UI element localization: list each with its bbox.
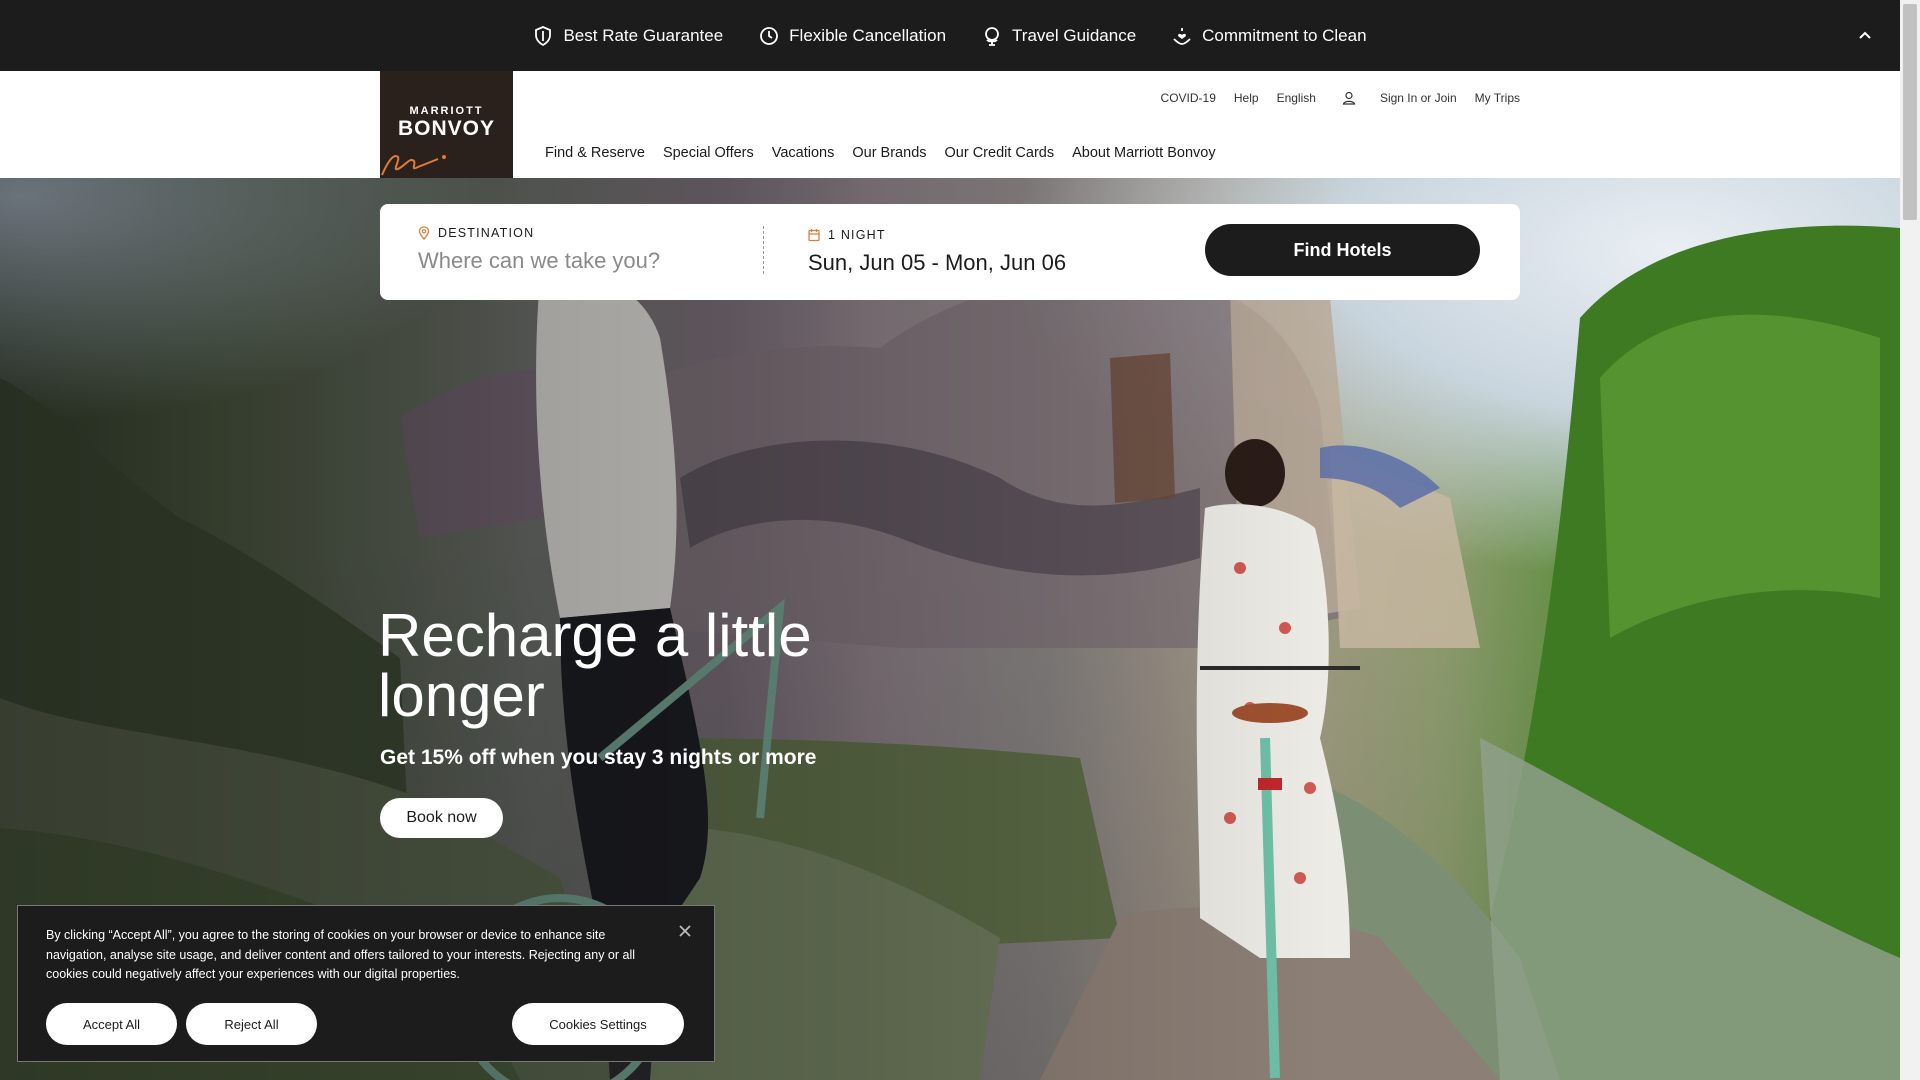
marriott-bonvoy-logo[interactable]: MARRIOTT BONVOY xyxy=(380,71,513,178)
promo-flexible-cancellation[interactable]: Flexible Cancellation xyxy=(759,26,946,46)
hero-subtitle: Get 15% off when you stay 3 nights or mo… xyxy=(380,746,817,769)
promo-travel-guidance[interactable]: Travel Guidance xyxy=(982,26,1136,46)
help-link[interactable]: Help xyxy=(1234,91,1259,105)
sign-in-label: Sign In or Join xyxy=(1379,91,1457,105)
nights-label: 1 NIGHT xyxy=(808,228,886,242)
date-range-picker[interactable]: Sun, Jun 05 - Mon, Jun 06 xyxy=(808,250,1066,276)
utility-nav: COVID-19 Help English Sign In or Join My… xyxy=(1143,91,1520,105)
promo-flexible-cancellation-label: Flexible Cancellation xyxy=(789,25,947,45)
book-now-button[interactable]: Book now xyxy=(380,798,503,838)
hotel-search-card: DESTINATION 1 NIGHT Sun, Jun 05 - Mon, J… xyxy=(380,204,1520,300)
promo-travel-guidance-label: Travel Guidance xyxy=(1012,25,1137,45)
nav-find-reserve[interactable]: Find & Reserve xyxy=(545,145,645,161)
nav-vacations[interactable]: Vacations xyxy=(772,145,835,161)
destination-label-text: DESTINATION xyxy=(438,226,535,240)
site-header: MARRIOTT BONVOY COVID-19 Help English Si… xyxy=(0,71,1900,178)
sign-in-link[interactable]: Sign In or Join xyxy=(1342,91,1457,105)
globe-icon xyxy=(985,26,999,46)
calendar-icon xyxy=(808,229,820,242)
hero-title: Recharge a little longer xyxy=(378,602,812,729)
accept-all-button[interactable]: Accept All xyxy=(46,1003,177,1045)
destination-label: DESTINATION xyxy=(418,226,534,240)
promo-bar: Best Rate Guarantee Flexible Cancellatio… xyxy=(0,0,1900,71)
language-selector[interactable]: English xyxy=(1277,91,1316,105)
my-trips-link[interactable]: My Trips xyxy=(1475,91,1520,105)
cookie-settings-button[interactable]: Cookies Settings xyxy=(512,1003,684,1045)
nav-our-brands[interactable]: Our Brands xyxy=(852,145,926,161)
nav-about[interactable]: About Marriott Bonvoy xyxy=(1072,145,1215,161)
nav-credit-cards[interactable]: Our Credit Cards xyxy=(945,145,1055,161)
shield-icon xyxy=(535,25,552,46)
logo-text-top: MARRIOTT xyxy=(409,105,484,117)
main-nav: Find & Reserve Special Offers Vacations … xyxy=(545,145,1216,161)
cookie-banner: By clicking “Accept All”, you agree to t… xyxy=(17,905,715,1062)
reject-all-button[interactable]: Reject All xyxy=(186,1003,317,1045)
promo-commitment-clean[interactable]: Commitment to Clean xyxy=(1172,25,1367,46)
search-divider xyxy=(763,226,764,274)
logo-swoosh-icon xyxy=(381,155,446,176)
cookie-text: By clicking “Accept All”, you agree to t… xyxy=(46,928,636,981)
promo-commitment-clean-label: Commitment to Clean xyxy=(1202,25,1367,45)
nav-special-offers[interactable]: Special Offers xyxy=(663,145,754,161)
chevron-up-icon[interactable] xyxy=(1854,24,1876,46)
find-hotels-button[interactable]: Find Hotels xyxy=(1205,224,1480,276)
user-icon xyxy=(1342,91,1356,105)
close-icon[interactable] xyxy=(676,922,694,940)
location-pin-icon xyxy=(418,226,430,240)
promo-best-rate[interactable]: Best Rate Guarantee xyxy=(533,26,723,46)
page-scrollbar[interactable] xyxy=(1900,0,1920,1080)
scrollbar-thumb[interactable] xyxy=(1903,4,1917,220)
destination-input[interactable] xyxy=(418,248,748,274)
hand-heart-icon xyxy=(1173,27,1191,45)
nights-label-text: 1 NIGHT xyxy=(828,228,886,242)
clock-icon xyxy=(760,26,779,45)
covid-link[interactable]: COVID-19 xyxy=(1161,91,1216,105)
promo-best-rate-label: Best Rate Guarantee xyxy=(563,25,724,45)
